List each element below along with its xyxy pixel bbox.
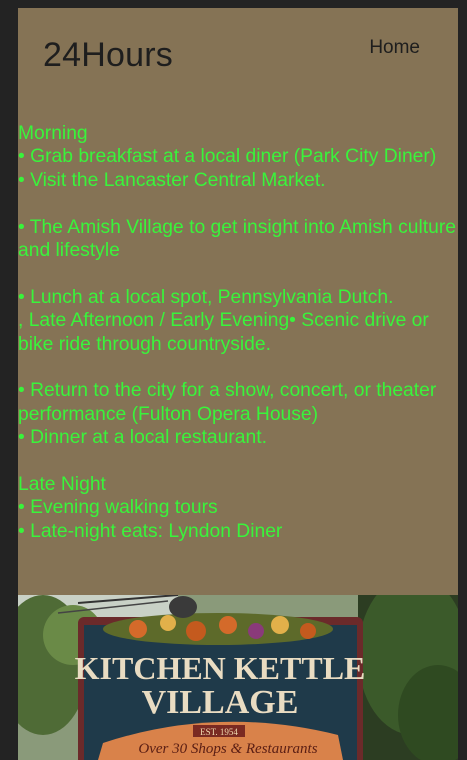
list-item: • Grab breakfast at a local diner (Park … [18, 146, 437, 168]
list-item: • Late-night eats: Lyndon Diner [18, 520, 283, 542]
late-night-heading: Late Night [18, 474, 106, 496]
list-item: • The Amish Village to get insight into … [18, 216, 456, 262]
sign-line2: VILLAGE [142, 684, 299, 721]
list-item: • Visit the Lancaster Central Market. [18, 169, 326, 191]
site-header: 24Hours Home [18, 8, 458, 98]
itinerary-text: Morning • Grab breakfast at a local dine… [18, 122, 458, 543]
page-container: 24Hours Home Morning • Grab breakfast at… [18, 8, 458, 760]
list-item: • Return to the city for a show, concert… [18, 380, 437, 425]
morning-heading: Morning [18, 123, 88, 144]
list-item: • Evening walking tours [18, 497, 218, 519]
list-item: , Late Afternoon / Early Evening• Scenic… [18, 310, 429, 355]
sign-banner: Over 30 Shops & Restaurants [138, 741, 317, 757]
sign-est: EST. 1954 [200, 727, 238, 737]
list-item: • Lunch at a local spot, Pennsylvania Du… [18, 286, 394, 308]
list-item: • Dinner at a local restaurant. [18, 427, 267, 449]
nav-home-link[interactable]: Home [369, 37, 420, 59]
kitchen-kettle-village-photo: KITCHEN KETTLE VILLAGE EST. 1954 Over 30… [18, 595, 458, 760]
site-logo[interactable]: 24Hours [43, 36, 173, 75]
sign-line1: KITCHEN KETTLE [75, 650, 366, 686]
